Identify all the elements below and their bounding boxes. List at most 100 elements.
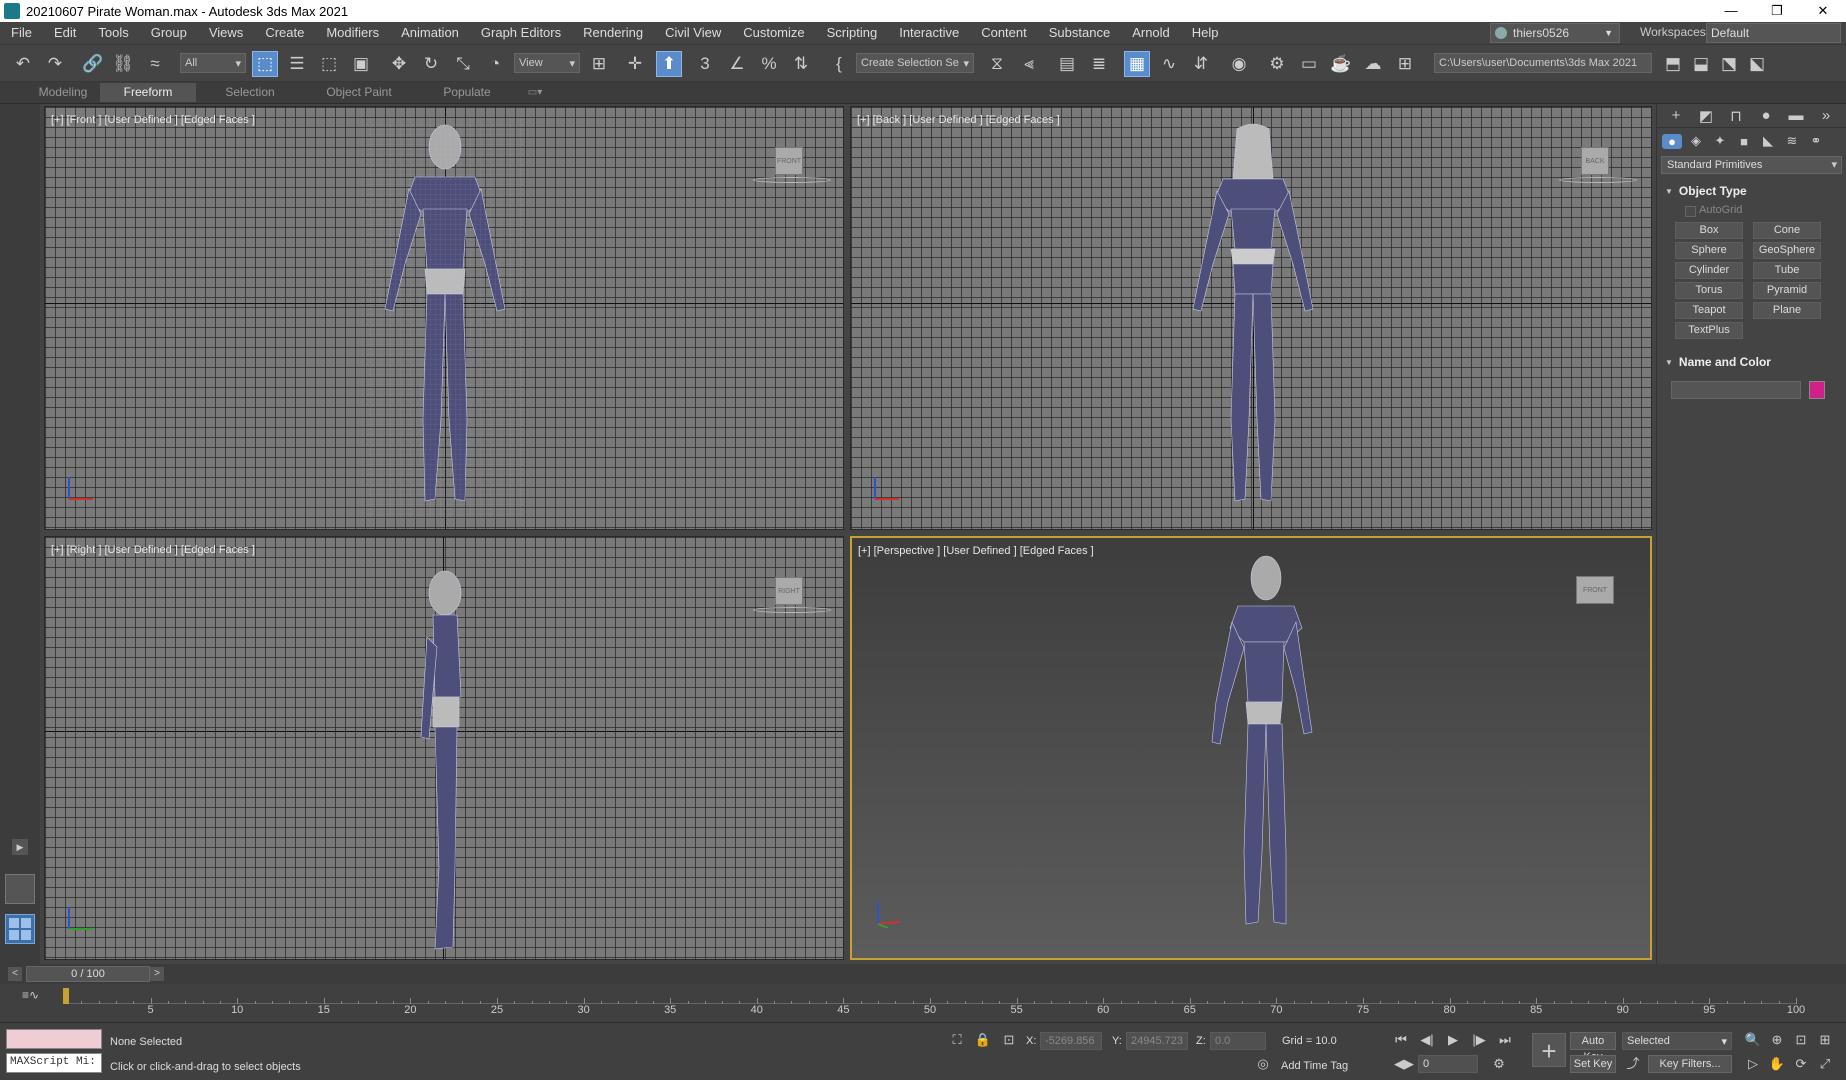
render-iterative-icon[interactable]: ⊞ <box>1392 51 1418 77</box>
auto-key-button[interactable]: Auto Key <box>1570 1032 1616 1063</box>
select-manipulate-icon[interactable]: ✛ <box>622 51 648 77</box>
project-open-icon[interactable]: ⬒ <box>1660 51 1686 77</box>
workspace-select[interactable]: Default <box>1706 23 1841 43</box>
menu-content[interactable]: Content <box>970 22 1038 44</box>
key-mode-toggle-icon[interactable]: ◀▶ <box>1394 1055 1414 1073</box>
menu-interactive[interactable]: Interactive <box>888 22 970 44</box>
cone-button[interactable]: Cone <box>1753 222 1821 239</box>
viewcube[interactable]: FRONT <box>775 147 803 175</box>
motion-tab-icon[interactable]: ● <box>1755 107 1777 124</box>
toggle-ribbon-icon[interactable]: ▦ <box>1124 51 1150 77</box>
autogrid-checkbox[interactable]: AutoGrid <box>1661 202 1842 222</box>
ribbon-options-icon[interactable]: ▭▾ <box>520 83 550 102</box>
rendered-frame-window-icon[interactable]: ▭ <box>1296 51 1322 77</box>
object-name-input[interactable] <box>1671 381 1801 399</box>
menu-modifiers[interactable]: Modifiers <box>315 22 390 44</box>
undo-icon[interactable]: ↶ <box>10 51 36 77</box>
goto-end-icon[interactable]: ⏭ <box>1496 1031 1514 1049</box>
pyramid-button[interactable]: Pyramid <box>1753 282 1821 299</box>
zoom-icon[interactable]: 🔍 <box>1744 1031 1762 1049</box>
cylinder-button[interactable]: Cylinder <box>1675 262 1743 279</box>
tab-populate[interactable]: Populate <box>420 83 514 102</box>
pan-view-icon[interactable]: ✋ <box>1768 1055 1786 1073</box>
isolate-selection-icon[interactable]: ⛶ <box>948 1031 966 1049</box>
space-warps-icon[interactable]: ≋ <box>1782 133 1802 149</box>
select-by-name-icon[interactable]: ☰ <box>284 51 310 77</box>
project-folder-path[interactable]: C:\Users\user\Documents\3ds Max 2021 <box>1434 53 1652 73</box>
orbit-icon[interactable]: ⟳ <box>1792 1055 1810 1073</box>
align-icon[interactable]: ⫷ <box>1016 51 1042 77</box>
selection-lock-icon[interactable]: 🔒 <box>974 1031 992 1049</box>
material-editor-icon[interactable]: ◉ <box>1226 51 1252 77</box>
geosphere-button[interactable]: GeoSphere <box>1753 242 1821 259</box>
menu-rendering[interactable]: Rendering <box>572 22 654 44</box>
layout-single-icon[interactable] <box>5 874 35 904</box>
tab-object-paint[interactable]: Object Paint <box>314 83 404 102</box>
unlink-icon[interactable]: ⛓ <box>110 51 136 77</box>
viewcube[interactable]: FRONT <box>1576 576 1614 604</box>
track-bar[interactable]: ≡∿ 5 10 15 20 25 30 35 40 45 50 55 60 65 70 75 80 85 90 95… <box>0 984 1846 1022</box>
snaps-toggle-icon[interactable]: 3 <box>692 51 718 77</box>
keyboard-shortcut-override-icon[interactable]: ⬆ <box>656 51 682 77</box>
character-mesh-right[interactable] <box>405 567 485 960</box>
link-icon[interactable]: 🔗 <box>80 51 106 77</box>
viewport-label-right[interactable]: [+] [Right ] [User Defined ] [Edged Face… <box>51 544 255 556</box>
bind-space-warp-icon[interactable]: ≈ <box>142 51 168 77</box>
user-account-dropdown[interactable]: thiers0526 ▼ <box>1490 23 1620 43</box>
menu-customize[interactable]: Customize <box>732 22 815 44</box>
viewport-front[interactable]: [+] [Front ] [User Defined ] [Edged Face… <box>44 106 844 530</box>
absolute-relative-transform-icon[interactable]: ⊡ <box>1000 1031 1018 1049</box>
tube-button[interactable]: Tube <box>1753 262 1821 279</box>
time-slider-thumb[interactable]: 0 / 100 <box>26 966 150 982</box>
field-of-view-icon[interactable]: ▷ <box>1744 1055 1762 1073</box>
viewport-label-back[interactable]: [+] [Back ] [User Defined ] [Edged Faces… <box>857 114 1060 126</box>
helpers-icon[interactable]: ◣ <box>1758 133 1778 149</box>
viewcube[interactable]: RIGHT <box>775 577 803 605</box>
project-settings-icon[interactable]: ⬔ <box>1716 51 1742 77</box>
add-time-tag-button[interactable]: Add Time Tag <box>1281 1060 1348 1072</box>
spinner-snap-icon[interactable]: ⇅ <box>788 51 814 77</box>
viewport-back[interactable]: [+] [Back ] [User Defined ] [Edged Faces… <box>850 106 1652 530</box>
selection-filter-dropdown[interactable]: All ▾ <box>180 53 246 73</box>
goto-start-icon[interactable]: ⏮ <box>1392 1031 1410 1049</box>
hierarchy-tab-icon[interactable]: ⊓ <box>1725 107 1747 125</box>
minimize-button[interactable]: — <box>1708 0 1754 22</box>
tab-freeform[interactable]: Freeform <box>100 83 196 102</box>
set-keys-big-icon[interactable]: + <box>1532 1033 1566 1067</box>
render-in-cloud-icon[interactable]: ☁ <box>1360 51 1386 77</box>
project-new-icon[interactable]: ⬓ <box>1688 51 1714 77</box>
object-color-swatch[interactable] <box>1809 381 1825 399</box>
viewport-label-front[interactable]: [+] [Front ] [User Defined ] [Edged Face… <box>51 114 255 126</box>
next-key-icon[interactable]: |▶ <box>1470 1031 1488 1049</box>
scale-icon[interactable]: ⤡ <box>450 51 476 77</box>
menu-edit[interactable]: Edit <box>43 22 87 44</box>
angle-snap-icon[interactable]: ∠ <box>724 51 750 77</box>
mirror-icon[interactable]: ⧖ <box>984 51 1010 77</box>
key-tangent-icon[interactable]: ⤴ <box>1624 1055 1642 1073</box>
utilities-tab-icon[interactable]: » <box>1815 107 1837 124</box>
menu-substance[interactable]: Substance <box>1038 22 1121 44</box>
current-frame-field[interactable]: 0 <box>1418 1055 1478 1073</box>
set-key-button[interactable]: Set Key <box>1570 1055 1616 1073</box>
named-selection-set-dropdown[interactable]: Create Selection Se ▾ <box>856 53 974 73</box>
z-coordinate-field[interactable]: 0.0 <box>1210 1032 1266 1050</box>
render-production-icon[interactable]: ☕ <box>1328 51 1354 77</box>
menu-tools[interactable]: Tools <box>87 22 139 44</box>
project-toolbar-icon[interactable]: ⬕ <box>1744 51 1770 77</box>
viewcube[interactable]: BACK <box>1581 147 1609 175</box>
viewport-perspective[interactable]: [+] [Perspective ] [User Defined ] [Edge… <box>850 536 1652 960</box>
zoom-all-icon[interactable]: ⊕ <box>1768 1031 1786 1049</box>
curve-editor-icon[interactable]: ∿ <box>1156 51 1182 77</box>
plane-button[interactable]: Plane <box>1753 302 1821 319</box>
play-icon[interactable]: ▶ <box>1444 1031 1462 1049</box>
character-mesh-perspective[interactable] <box>1182 552 1342 952</box>
menu-views[interactable]: Views <box>198 22 254 44</box>
rectangular-selection-icon[interactable]: ⬚ <box>316 51 342 77</box>
modify-tab-icon[interactable]: ◩ <box>1695 107 1717 125</box>
x-coordinate-field[interactable]: -5269.856 <box>1040 1032 1102 1050</box>
reference-coordinate-dropdown[interactable]: View ▾ <box>514 53 580 73</box>
layer-explorer-icon[interactable]: ≣ <box>1086 51 1112 77</box>
display-tab-icon[interactable]: ▬ <box>1785 107 1807 124</box>
layout-quad-icon[interactable] <box>5 914 35 944</box>
previous-frame-arrow-icon[interactable]: < <box>8 967 22 981</box>
